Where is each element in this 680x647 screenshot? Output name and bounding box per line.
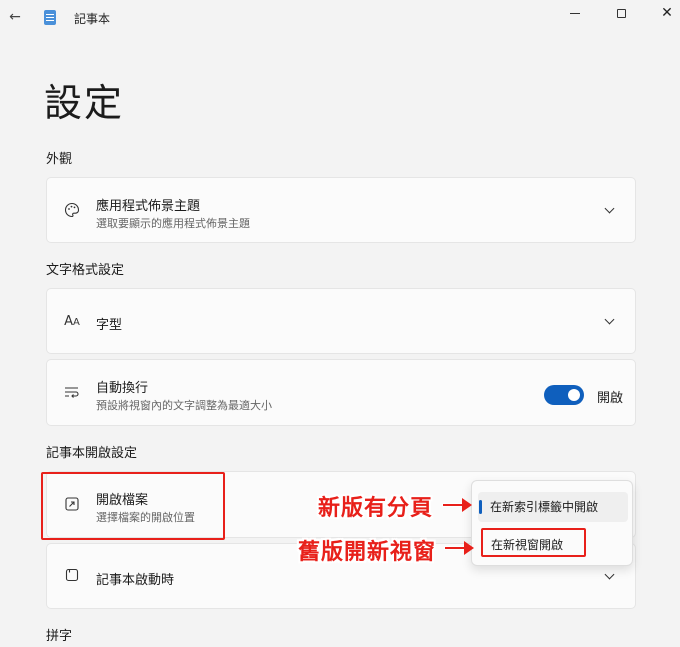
close-button[interactable]: ✕ [644,0,680,30]
notepad-icon [63,568,81,586]
wordwrap-toggle[interactable] [544,385,584,405]
section-open-settings: 記事本開啟設定 [46,446,138,461]
theme-desc: 選取要顯示的應用程式佈景主題 [96,217,250,230]
wordwrap-title: 自動換行 [96,381,149,396]
minimize-icon [570,13,580,14]
annotation-arrow [442,498,472,512]
chevron-down-icon[interactable] [603,569,617,583]
word-wrap-icon [63,385,81,403]
title-bar: ← 記事本 ✕ [0,0,680,34]
font-size-icon: AA [64,314,80,329]
font-card[interactable]: AA 字型 [46,288,636,354]
wordwrap-toggle-label: 開啟 [597,391,624,406]
annotation-old-version: 舊版開新視窗 [298,540,437,565]
chevron-down-icon[interactable] [603,203,617,217]
annotation-new-version: 新版有分頁 [318,496,434,521]
annotation-arrow [444,541,474,555]
dropdown-option-new-tab[interactable]: 在新索引標籤中開啟 [478,492,628,522]
back-arrow-icon[interactable]: ← [6,8,24,26]
wordwrap-desc: 預設將視窗內的文字調整為最適大小 [96,399,272,412]
page-title: 設定 [44,81,125,125]
app-title: 記事本 [74,12,111,26]
minimize-button[interactable] [552,0,598,30]
chevron-down-icon[interactable] [603,314,617,328]
theme-card[interactable]: 應用程式佈景主題 選取要顯示的應用程式佈景主題 [46,177,636,243]
section-spelling: 拼字 [46,629,73,644]
close-icon: ✕ [661,5,673,21]
palette-icon [63,202,81,220]
startup-title: 記事本啟動時 [96,573,175,588]
wordwrap-card: 自動換行 預設將視窗內的文字調整為最適大小 開啟 [46,359,636,426]
highlight-new-window [481,528,586,557]
notepad-app-icon [44,10,56,25]
theme-title: 應用程式佈景主題 [96,199,201,214]
section-appearance: 外觀 [46,152,73,167]
maximize-button[interactable] [598,0,644,30]
highlight-open-file [41,472,225,540]
font-title: 字型 [96,318,123,333]
section-text-format: 文字格式設定 [46,263,125,278]
maximize-icon [616,9,626,18]
